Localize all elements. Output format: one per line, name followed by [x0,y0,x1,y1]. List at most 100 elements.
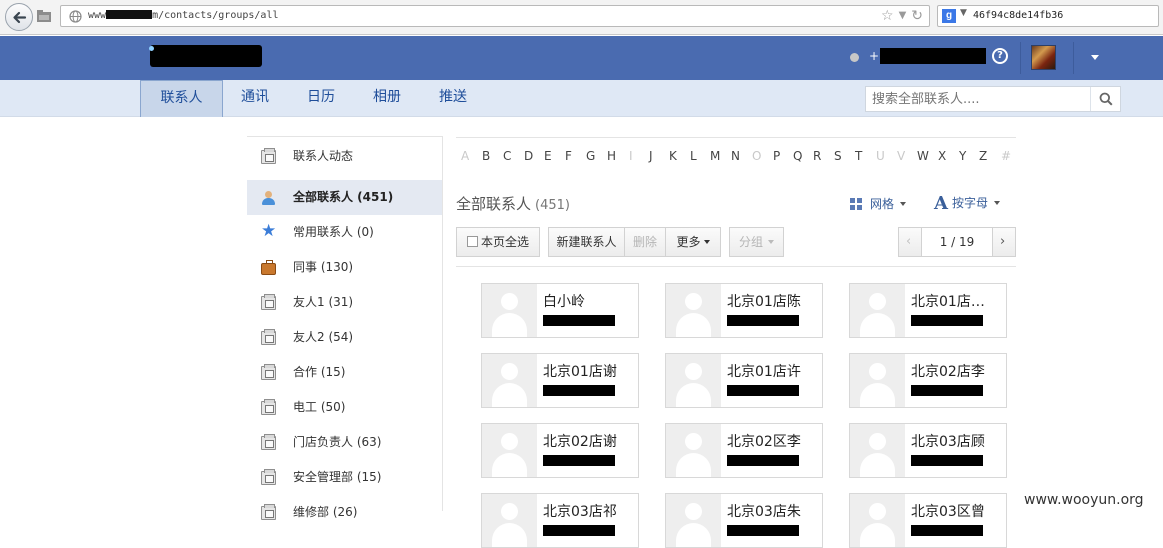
select-all-button[interactable]: 本页全选 [456,227,540,257]
alphabet-letter[interactable]: B [482,149,490,163]
alphabet-letter[interactable]: Y [959,149,966,163]
bookmark-star-icon[interactable]: ☆ [881,8,894,24]
tab-contacts[interactable]: 联系人 [140,80,223,117]
contact-card[interactable]: 北京02店李 [849,353,1007,408]
sidebar-item-partners[interactable]: 合作 (15) [247,355,442,390]
redacted-phone [911,525,983,536]
sidebar-item-all-contacts[interactable]: 全部联系人 (451) [247,180,442,215]
status-dot-icon [850,53,859,62]
alphabet-letter: # [1001,149,1012,163]
alphabet-letter[interactable]: R [813,149,821,163]
alphabet-letter[interactable]: Z [979,149,987,163]
avatar [482,354,537,407]
contact-card[interactable]: 北京02店谢 [481,423,639,478]
tab-calendar[interactable]: 日历 [292,80,350,117]
module-tabs: 联系人 通讯 日历 相册 推送 [0,80,1163,117]
contact-card[interactable]: 北京01店陈 [665,283,823,338]
prev-page-button[interactable]: ‹ [898,227,922,257]
sidebar-item-label: 安全管理部 (15) [293,470,382,484]
reload-icon[interactable]: ↻ [911,8,923,24]
avatar [666,424,721,477]
contact-card[interactable]: 北京03店朱 [665,493,823,548]
sidebar-item-label: 维修部 (26) [293,505,358,519]
contact-card[interactable]: 北京03店顾 [849,423,1007,478]
bookmarks-icon[interactable] [36,8,52,24]
next-page-button[interactable]: › [992,227,1016,257]
alphabet-letter[interactable]: K [669,149,677,163]
view-mode-dropdown[interactable]: 网格 [850,195,907,212]
chevron-down-icon [993,201,1000,205]
redacted-username[interactable] [880,48,986,64]
delete-button[interactable]: 删除 [624,227,666,257]
chevron-down-icon [703,240,710,244]
alphabet-letter[interactable]: M [710,149,720,163]
contact-card[interactable]: 北京02区李 [665,423,823,478]
dropdown-icon[interactable]: ▼ [899,8,907,24]
contact-card[interactable]: 北京01店谢 [481,353,639,408]
account-menu-caret-icon[interactable] [1091,55,1099,60]
alphabet-letter[interactable]: N [731,149,740,163]
avatar [850,284,905,337]
alphabet-letter[interactable]: C [503,149,511,163]
contact-card[interactable]: 北京03店祁 [481,493,639,548]
redacted-phone [727,315,799,326]
alphabet-letter[interactable]: S [834,149,842,163]
contact-name: 北京01店… [911,294,985,310]
alphabet-letter[interactable]: X [938,149,946,163]
alphabet-letter[interactable]: F [565,149,572,163]
redacted-logo [150,45,262,67]
sidebar-item-label: 全部联系人 (451) [293,190,394,204]
tab-push[interactable]: 推送 [424,80,482,117]
tab-album[interactable]: 相册 [358,80,416,117]
alphabet-letter[interactable]: T [855,149,862,163]
sidebar-item-store-managers[interactable]: 门店负责人 (63) [247,425,442,460]
alphabet-letter[interactable]: P [773,149,780,163]
header-divider [1073,42,1074,74]
sidebar-item-activity[interactable]: 联系人动态 [247,139,442,174]
help-icon[interactable]: ? [992,48,1008,64]
sidebar-item-colleagues[interactable]: 同事 (130) [247,250,442,285]
sidebar-item-favorites[interactable]: ★ 常用联系人 (0) [247,215,442,250]
sort-dropdown[interactable]: A 按字母 [934,193,1000,214]
contact-card[interactable]: 北京03区曾 [849,493,1007,548]
sidebar-item-label: 同事 (130) [293,260,354,274]
contact-card[interactable]: 北京01店… [849,283,1007,338]
contacts-toolbar: 本页全选 新建联系人 删除 更多 分组 ‹ 1 / 19 › [456,227,1016,267]
address-bar[interactable]: www m/contacts/groups/all ☆ ▼ ↻ [60,5,930,27]
alphabet-letter[interactable]: E [544,149,552,163]
back-button[interactable] [5,3,33,31]
alphabet-letter[interactable]: L [690,149,697,163]
sidebar-item-friends-2[interactable]: 友人2 (54) [247,320,442,355]
alphabet-letter[interactable]: H [607,149,616,163]
search-button[interactable] [1090,87,1120,111]
alphabet-letter[interactable]: W [917,149,929,163]
avatar [666,284,721,337]
redacted-phone [727,455,799,466]
engine-dropdown-icon[interactable]: ▼ [960,8,967,18]
alphabet-letter[interactable]: D [524,149,533,163]
group-dropdown[interactable]: 分组 [729,227,784,257]
sidebar-item-friends-1[interactable]: 友人1 (31) [247,285,442,320]
tab-messaging[interactable]: 通讯 [226,80,284,117]
redacted-domain [106,10,153,19]
browser-search-bar[interactable]: g ▼ 46f94c8de14fb36 [937,5,1159,27]
select-all-checkbox[interactable] [466,236,478,247]
contact-card[interactable]: 北京01店许 [665,353,823,408]
contact-card[interactable]: 白小岭 [481,283,639,338]
page-indicator[interactable]: 1 / 19 [922,227,992,257]
alphabet-letter[interactable]: Q [793,149,802,163]
chevron-down-icon [900,202,907,206]
sidebar-item-maintenance[interactable]: 维修部 (26) [247,495,442,530]
people-icon [261,191,276,205]
sidebar-item-safety-dept[interactable]: 安全管理部 (15) [247,460,442,495]
sidebar-item-electricians[interactable]: 电工 (50) [247,390,442,425]
alphabet-letter: A [461,149,470,163]
search-engine-icon[interactable]: g [942,9,956,23]
more-dropdown[interactable]: 更多 [665,227,721,257]
search-input[interactable] [866,87,1090,111]
avatar[interactable] [1031,45,1056,70]
alphabet-letter[interactable]: G [586,149,595,163]
search-icon [1099,92,1113,106]
new-contact-button[interactable]: 新建联系人 [548,227,625,257]
alphabet-letter[interactable]: J [649,149,653,163]
